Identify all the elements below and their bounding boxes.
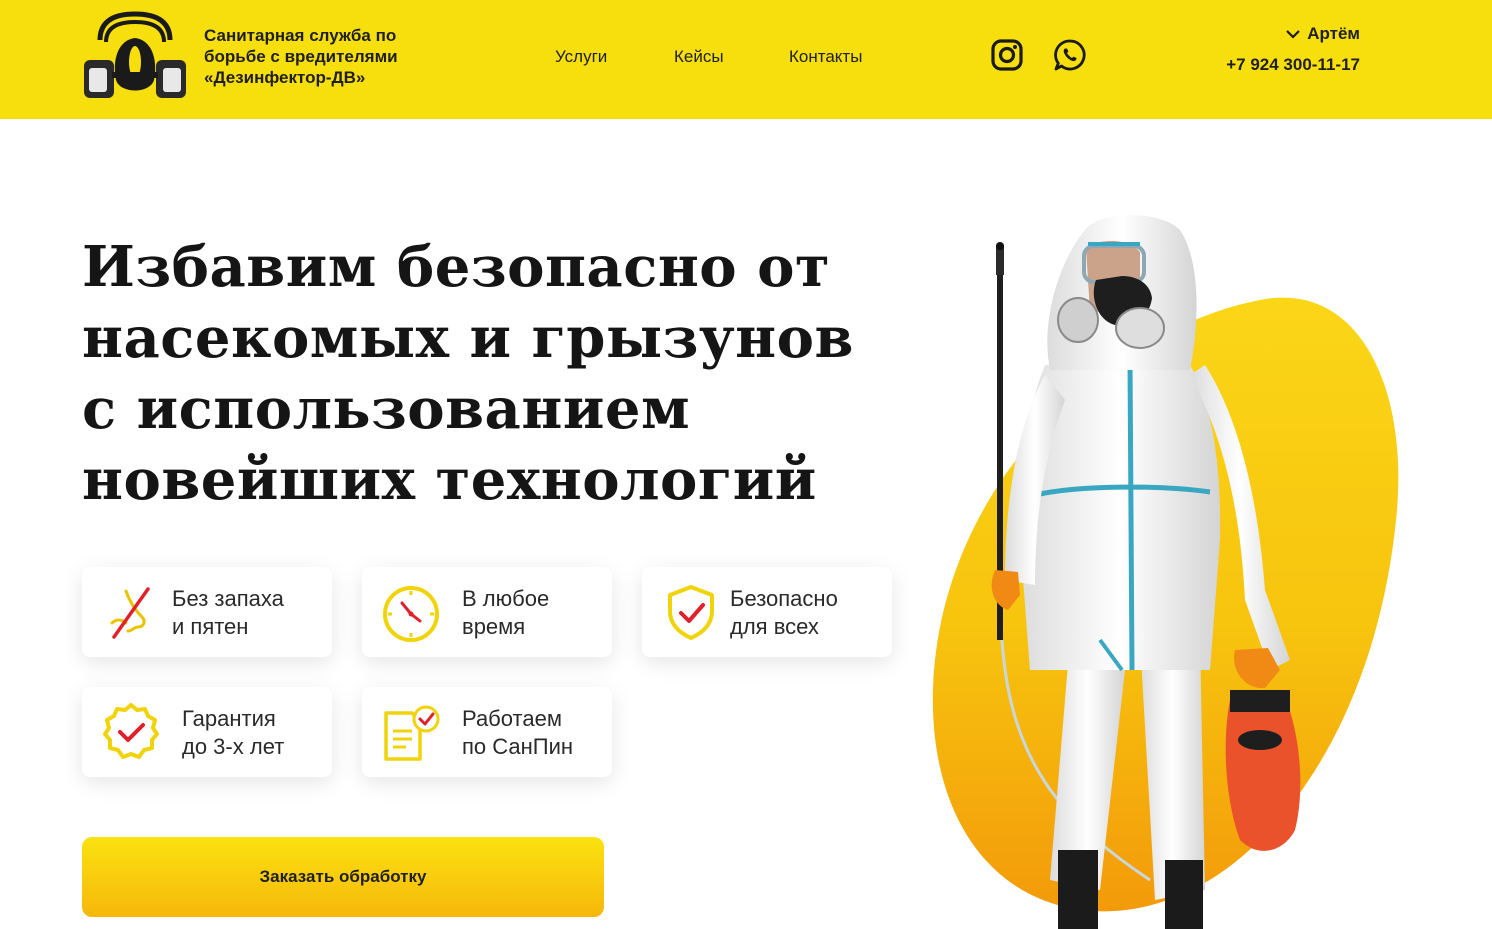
document-check-icon [384,705,440,761]
nav-link-services[interactable]: Услуги [555,47,607,67]
feature-text: В любое время [462,585,549,641]
no-smell-icon [110,587,150,639]
instagram-icon[interactable] [990,38,1024,72]
nav-link-cases[interactable]: Кейсы [674,47,724,67]
feature-text: Гарантия до 3-х лет [182,705,284,761]
contact-phone-link[interactable]: +7 924 300-11-17 [1226,55,1360,75]
feature-line-1: Гарантия [182,706,276,731]
hero-title-line-1: Избавим безопасно от [82,234,831,300]
company-name-line-3: «Дезинфектор-ДВ» [204,68,366,87]
hero-title: Избавим безопасно от насекомых и грызуно… [82,232,854,516]
order-treatment-button[interactable]: Заказать обработку [82,837,604,917]
company-name[interactable]: Санитарная служба по борьбе с вредителям… [204,25,434,88]
clock-icon [383,586,439,642]
contact-person[interactable]: Артём [1285,24,1360,44]
feature-line-1: Без запаха [172,586,284,611]
hero-title-line-4: новейших технологий [82,447,817,513]
shield-check-icon [668,585,714,640]
feature-card-safe: Безопасно для всех [642,567,892,657]
feature-line-1: Безопасно [730,586,838,611]
feature-line-2: и пятен [172,614,249,639]
feature-line-2: по СанПин [462,734,574,759]
feature-text: Без запаха и пятен [172,585,284,641]
nav-link-contacts[interactable]: Контакты [789,47,862,67]
feature-card-any-time: В любое время [362,567,612,657]
whatsapp-icon[interactable] [1053,38,1087,72]
company-name-line-2: борьбе с вредителями [204,47,398,66]
exterminator-illustration [932,215,1399,929]
hero-title-line-3: с использованием [82,376,691,442]
site-header: Санитарная служба по борьбе с вредителям… [0,0,1492,119]
feature-card-sanpin: Работаем по СанПин [362,687,612,777]
chevron-down-icon [1286,30,1300,39]
feature-line-1: В любое [462,586,550,611]
feature-text: Работаем по СанПин [462,705,573,761]
feature-text: Безопасно для всех [730,585,838,641]
respirator-logo-icon[interactable] [82,10,188,104]
company-name-line-1: Санитарная служба по [204,26,397,45]
feature-line-2: до 3-х лет [182,734,285,759]
contact-name-label: Артём [1307,24,1360,43]
hero-title-line-2: насекомых и грызунов [82,305,854,371]
feature-card-no-smell: Без запаха и пятен [82,567,332,657]
feature-line-2: время [462,614,526,639]
feature-line-2: для всех [730,614,819,639]
feature-card-guarantee: Гарантия до 3-х лет [82,687,332,777]
guarantee-badge-icon [103,703,159,759]
feature-line-1: Работаем [462,706,562,731]
